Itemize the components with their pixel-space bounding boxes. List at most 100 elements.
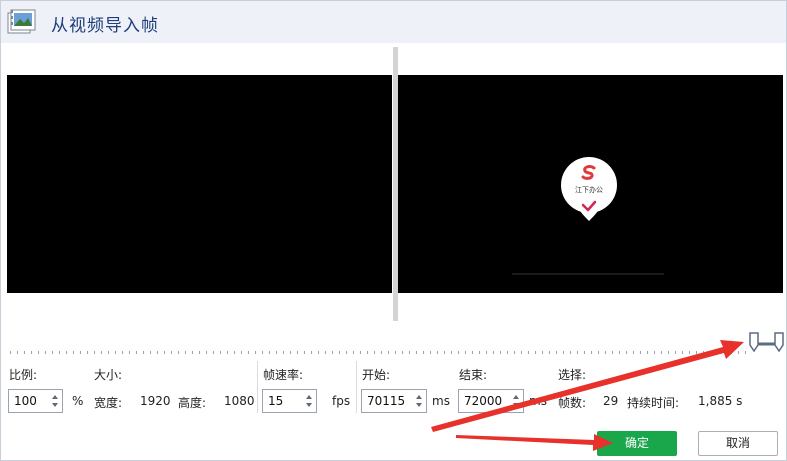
ruler-tick	[178, 351, 179, 354]
ruler-tick	[514, 351, 515, 354]
ruler-tick	[297, 351, 298, 354]
stepper-arrows-icon[interactable]	[304, 391, 314, 411]
ruler-tick	[486, 351, 487, 354]
ruler-tick	[619, 351, 620, 354]
ruler-tick	[605, 351, 606, 354]
ruler-tick	[528, 351, 529, 354]
ruler-tick	[598, 351, 599, 354]
range-handle-icon[interactable]	[749, 331, 785, 353]
selection-label: 选择:	[558, 368, 587, 382]
fps-label: 帧速率:	[263, 368, 304, 382]
ruler-tick	[682, 351, 683, 354]
ruler-tick	[73, 351, 74, 354]
ruler-tick	[472, 351, 473, 354]
ruler-tick	[136, 351, 137, 354]
ruler-tick	[374, 351, 375, 354]
ruler-tick	[507, 351, 508, 354]
ruler-tick	[122, 351, 123, 354]
start-value: 70115	[367, 394, 406, 408]
timeline-ruler[interactable]	[9, 349, 746, 355]
ruler-tick	[668, 351, 669, 354]
ruler-tick	[563, 351, 564, 354]
scale-stepper[interactable]: 100	[8, 389, 63, 413]
ruler-tick	[710, 351, 711, 354]
height-value: 1080	[224, 394, 255, 408]
ruler-tick	[80, 351, 81, 354]
ruler-tick	[332, 351, 333, 354]
ruler-tick	[45, 351, 46, 354]
ruler-tick	[94, 351, 95, 354]
stepper-arrows-icon[interactable]	[414, 391, 424, 411]
start-unit: ms	[432, 394, 450, 408]
ruler-tick	[304, 351, 305, 354]
ruler-tick	[87, 351, 88, 354]
ruler-tick	[696, 351, 697, 354]
ruler-tick	[640, 351, 641, 354]
film-frames-icon	[7, 9, 36, 34]
frames-value: 29	[603, 394, 619, 408]
ruler-tick	[451, 351, 452, 354]
ruler-tick	[220, 351, 221, 354]
ruler-tick	[206, 351, 207, 354]
ruler-tick	[689, 351, 690, 354]
ruler-tick	[157, 351, 158, 354]
ruler-tick	[409, 351, 410, 354]
start-stepper[interactable]: 70115	[361, 389, 427, 413]
ruler-tick	[262, 351, 263, 354]
ruler-tick	[493, 351, 494, 354]
ruler-tick	[577, 351, 578, 354]
title-bar: 从视频导入帧	[1, 1, 786, 43]
ruler-tick	[738, 351, 739, 354]
check-drop-icon	[578, 195, 600, 221]
ruler-tick	[717, 351, 718, 354]
frames-label: 帧数:	[558, 396, 587, 410]
ruler-tick	[465, 351, 466, 354]
ruler-tick	[59, 351, 60, 354]
stepper-arrows-icon[interactable]	[50, 391, 60, 411]
ruler-tick	[101, 351, 102, 354]
size-label: 大小:	[94, 368, 123, 382]
ruler-tick	[192, 351, 193, 354]
ruler-tick	[52, 351, 53, 354]
scale-unit: %	[72, 394, 84, 408]
ruler-tick	[591, 351, 592, 354]
ruler-tick	[521, 351, 522, 354]
ruler-tick	[437, 351, 438, 354]
ruler-tick	[234, 351, 235, 354]
ruler-tick	[675, 351, 676, 354]
ruler-tick	[388, 351, 389, 354]
video-progress-line	[512, 273, 664, 275]
frame-settings-row: 比例: 100 % 大小: 宽度: 1920 高度: 1080 帧速率: 15 …	[1, 361, 786, 421]
ok-button[interactable]: 确定	[597, 431, 677, 456]
preview-left-panel	[7, 75, 392, 293]
ruler-tick	[248, 351, 249, 354]
end-stepper[interactable]: 72000	[458, 389, 524, 413]
ruler-tick	[500, 351, 501, 354]
duration-label: 持续时间:	[627, 396, 680, 410]
stepper-arrows-icon[interactable]	[511, 391, 521, 411]
cancel-button[interactable]: 取消	[698, 431, 778, 456]
ruler-tick	[367, 351, 368, 354]
ruler-tick	[213, 351, 214, 354]
ruler-tick	[542, 351, 543, 354]
ruler-tick	[633, 351, 634, 354]
ruler-tick	[584, 351, 585, 354]
divider	[257, 361, 258, 413]
logo-badge: 江下办公	[561, 157, 617, 221]
video-preview-area: 江下办公	[7, 47, 783, 323]
ruler-tick	[31, 351, 32, 354]
ruler-tick	[38, 351, 39, 354]
ruler-tick	[626, 351, 627, 354]
ruler-tick	[339, 351, 340, 354]
ruler-tick	[416, 351, 417, 354]
duration-value: 1,885 s	[698, 394, 743, 408]
ruler-tick	[647, 351, 648, 354]
end-value: 72000	[464, 394, 503, 408]
ruler-tick	[17, 351, 18, 354]
ruler-tick	[360, 351, 361, 354]
fps-stepper[interactable]: 15	[262, 389, 317, 413]
fps-value: 15	[268, 394, 284, 408]
ruler-tick	[276, 351, 277, 354]
scale-value: 100	[14, 394, 37, 408]
ruler-tick	[143, 351, 144, 354]
